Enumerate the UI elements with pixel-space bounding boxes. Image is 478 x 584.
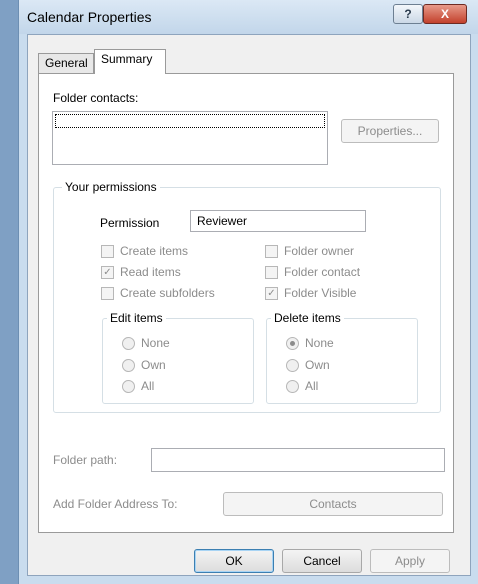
tab-summary[interactable]: Summary bbox=[94, 49, 166, 74]
edit-items-group: Edit items None Own All bbox=[102, 311, 254, 404]
background-edge bbox=[0, 0, 18, 584]
apply-button[interactable]: Apply bbox=[370, 549, 450, 573]
edit-all-label: All bbox=[141, 379, 155, 393]
tab-general[interactable]: General bbox=[38, 53, 94, 73]
delete-items-title: Delete items bbox=[271, 311, 344, 325]
folder-contact-label: Folder contact bbox=[284, 265, 361, 279]
help-icon: ? bbox=[404, 7, 412, 21]
delete-own-label: Own bbox=[305, 358, 330, 372]
properties-button[interactable]: Properties... bbox=[341, 119, 439, 143]
title-bar[interactable]: Calendar Properties ? X bbox=[19, 0, 478, 34]
folder-contact-checkbox[interactable] bbox=[265, 266, 278, 279]
folder-contacts-list[interactable] bbox=[52, 111, 328, 165]
delete-own-radio[interactable] bbox=[286, 359, 299, 372]
folder-visible-checkbox[interactable]: ✓ bbox=[265, 287, 278, 300]
permissions-group-title: Your permissions bbox=[62, 180, 160, 194]
checkmark-icon: ✓ bbox=[267, 288, 276, 299]
help-button[interactable]: ? bbox=[393, 4, 423, 24]
permissions-group: Your permissions Permission Reviewer Cre… bbox=[53, 180, 441, 413]
create-items-checkbox[interactable] bbox=[101, 245, 114, 258]
checkmark-icon: ✓ bbox=[103, 267, 112, 278]
delete-all-label: All bbox=[305, 379, 319, 393]
edit-own-label: Own bbox=[141, 358, 166, 372]
edit-none-label: None bbox=[141, 336, 170, 350]
folder-owner-label: Folder owner bbox=[284, 244, 355, 258]
edit-own-radio[interactable] bbox=[122, 359, 135, 372]
ok-button[interactable]: OK bbox=[194, 549, 274, 573]
edit-none-radio[interactable] bbox=[122, 337, 135, 350]
summary-panel: Folder contacts: Properties... Your perm… bbox=[38, 73, 454, 533]
delete-all-radio[interactable] bbox=[286, 380, 299, 393]
dialog-client-area: General Summary Folder contacts: Propert… bbox=[27, 34, 471, 576]
read-items-label: Read items bbox=[120, 265, 181, 279]
permission-label: Permission bbox=[100, 216, 160, 230]
create-items-label: Create items bbox=[120, 244, 189, 258]
add-folder-address-label: Add Folder Address To: bbox=[53, 497, 178, 511]
focus-rectangle bbox=[55, 114, 325, 128]
permission-field[interactable]: Reviewer bbox=[190, 210, 366, 232]
create-subfolders-label: Create subfolders bbox=[120, 286, 215, 300]
edit-items-title: Edit items bbox=[107, 311, 166, 325]
window-title: Calendar Properties bbox=[27, 9, 152, 25]
read-items-checkbox[interactable]: ✓ bbox=[101, 266, 114, 279]
close-button[interactable]: X bbox=[423, 4, 467, 24]
calendar-properties-dialog: Calendar Properties ? X General Summary … bbox=[18, 0, 478, 584]
edit-all-radio[interactable] bbox=[122, 380, 135, 393]
delete-none-label: None bbox=[305, 336, 334, 350]
folder-path-label: Folder path: bbox=[53, 453, 118, 467]
create-subfolders-checkbox[interactable] bbox=[101, 287, 114, 300]
contacts-button[interactable]: Contacts bbox=[223, 492, 443, 516]
delete-items-group: Delete items None Own All bbox=[266, 311, 418, 404]
folder-visible-label: Folder Visible bbox=[284, 286, 357, 300]
cancel-button[interactable]: Cancel bbox=[282, 549, 362, 573]
close-icon: X bbox=[440, 7, 449, 21]
folder-path-field[interactable] bbox=[151, 448, 445, 472]
folder-owner-checkbox[interactable] bbox=[265, 245, 278, 258]
folder-contacts-label: Folder contacts: bbox=[53, 91, 139, 105]
delete-none-radio[interactable] bbox=[286, 337, 299, 350]
radio-selected-dot bbox=[290, 341, 295, 346]
